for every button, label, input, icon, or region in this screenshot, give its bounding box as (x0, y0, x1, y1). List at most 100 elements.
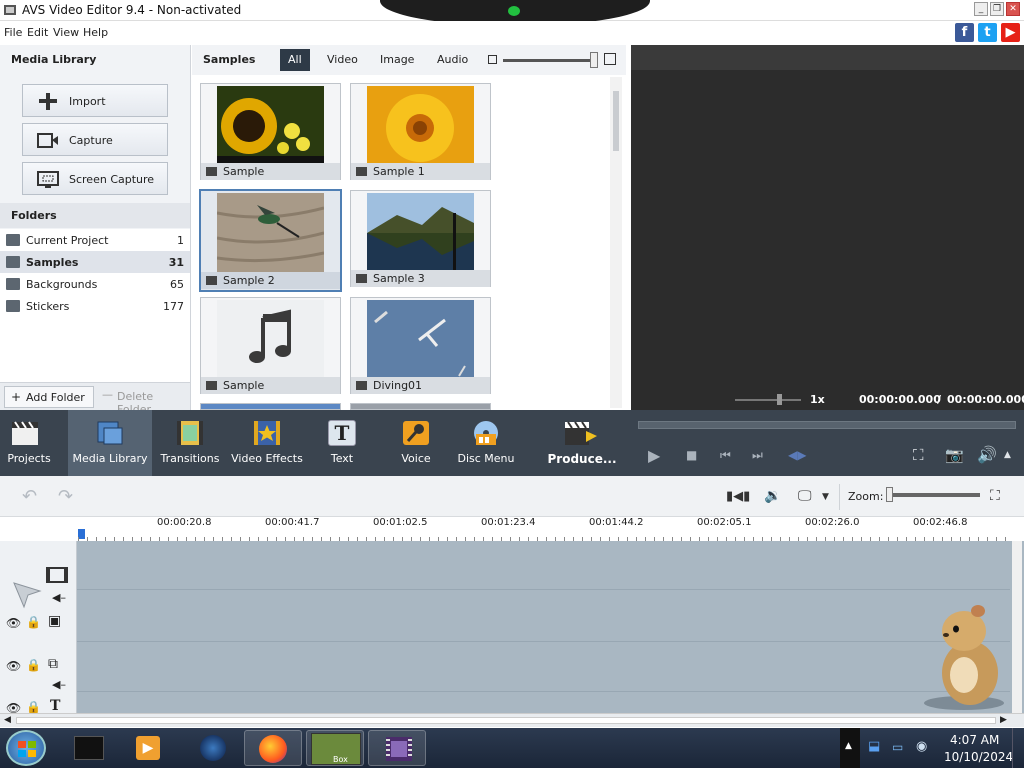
scrollbar-thumb[interactable] (16, 717, 996, 724)
lock-icon[interactable]: 🔒 (26, 700, 41, 714)
visibility-icon[interactable]: 👁 (6, 616, 21, 630)
folder-current-project[interactable]: Current Project 1 (0, 229, 190, 251)
import-button[interactable]: Import (22, 84, 168, 117)
produce-button[interactable]: Produce... (546, 410, 618, 476)
screen-capture-button[interactable]: Screen Capture (22, 162, 168, 195)
lock-icon[interactable]: 🔒 (26, 658, 41, 672)
track-divider (77, 589, 1010, 590)
visibility-icon[interactable]: 👁 (6, 659, 21, 673)
next-frame-icon[interactable]: ⏭ (752, 448, 763, 463)
mute-icon[interactable]: ◀– (52, 591, 66, 604)
grid-scrollbar[interactable] (610, 77, 622, 408)
youtube-icon[interactable]: ▶ (1001, 23, 1020, 42)
fit-timeline-icon[interactable]: ⛶ (990, 488, 1000, 504)
menu-help[interactable]: Help (83, 26, 108, 39)
volume-arrow-icon[interactable]: ▲ (1004, 450, 1011, 460)
taskbar-app-browser-globe[interactable] (184, 730, 242, 766)
effects-track-icon[interactable]: ▣ (48, 613, 61, 629)
tool-text[interactable]: T Text (318, 410, 366, 476)
tool-voice[interactable]: Voice (392, 410, 440, 476)
taskbar-app-firefox[interactable] (244, 730, 302, 766)
timeline-tracks[interactable] (0, 541, 1024, 713)
menu-file[interactable]: File (4, 26, 22, 39)
tab-video[interactable]: Video (319, 49, 366, 71)
grid-scrollbar-thumb[interactable] (613, 91, 619, 151)
redo-icon[interactable]: ↷ (58, 486, 73, 507)
playback-progress[interactable] (638, 421, 1016, 429)
volume-icon[interactable]: 🔊 (977, 445, 997, 464)
facebook-icon[interactable]: f (955, 23, 974, 42)
tool-media-library[interactable]: Media Library (68, 410, 152, 476)
media-item[interactable]: Diving01 (350, 297, 491, 394)
folder-stickers[interactable]: Stickers 177 (0, 295, 190, 317)
scroll-right-icon[interactable]: ▶ (1000, 715, 1007, 725)
restore-button[interactable]: ❐ (990, 2, 1004, 16)
capture-button[interactable]: Capture (22, 123, 168, 156)
thumb-size-slider[interactable] (503, 59, 595, 62)
speed-slider-handle[interactable] (777, 394, 782, 405)
taskbar-app-video-editor[interactable] (368, 730, 426, 766)
minimize-button[interactable]: _ (974, 2, 988, 16)
media-caption: Sample (201, 377, 340, 394)
play-icon[interactable]: ▶ (648, 446, 660, 465)
tool-disc-menu[interactable]: Disc Menu (456, 410, 516, 476)
tool-projects[interactable]: Projects (0, 410, 58, 476)
media-item-selected[interactable]: Sample 2 (199, 189, 342, 292)
media-item[interactable]: Sample (200, 83, 341, 180)
scroll-left-icon[interactable]: ◀ (4, 715, 11, 725)
close-button[interactable]: ✕ (1006, 2, 1020, 16)
taskbar-app-terminal[interactable] (60, 730, 118, 766)
start-button[interactable] (6, 730, 46, 766)
twitter-icon[interactable]: t (978, 23, 997, 42)
menu-edit[interactable]: Edit (27, 26, 48, 39)
lock-icon[interactable]: 🔒 (26, 615, 41, 629)
timeline-vertical-scrollbar[interactable] (1012, 541, 1022, 713)
image-icon (356, 167, 367, 176)
folder-samples[interactable]: Samples 31 (0, 251, 190, 273)
stop-icon[interactable]: ■ (686, 448, 697, 462)
folder-name: Samples (26, 256, 79, 269)
media-item[interactable]: Sample 1 (350, 83, 491, 180)
tool-transitions[interactable]: Transitions (158, 410, 222, 476)
tray-arrow-icon[interactable]: ▲ (845, 741, 852, 751)
zoom-slider[interactable] (886, 493, 980, 497)
small-thumb-icon[interactable] (488, 55, 497, 64)
media-caption: Sample 1 (351, 163, 490, 180)
fullscreen-icon[interactable]: ⛶ (913, 446, 924, 464)
menu-view[interactable]: View (53, 26, 79, 39)
network-icon[interactable]: ▭ (892, 740, 903, 754)
media-item-partial[interactable] (200, 403, 341, 410)
large-thumb-icon[interactable] (604, 53, 616, 65)
video-track-icon[interactable] (46, 567, 68, 583)
taskbar-app-media-player[interactable]: ▶ (120, 730, 178, 766)
tool-video-effects[interactable]: Video Effects (230, 410, 304, 476)
taskbar-app-box[interactable]: Box (306, 730, 364, 766)
tab-image[interactable]: Image (372, 49, 422, 71)
monitor-icon[interactable]: 🖵 (798, 488, 812, 504)
tab-audio[interactable]: Audio (429, 49, 476, 71)
tab-all[interactable]: All (280, 49, 310, 71)
zoom-slider-handle[interactable] (886, 487, 893, 502)
show-desktop-button[interactable] (1012, 728, 1024, 768)
tray-volume-icon[interactable]: ◉ (916, 739, 927, 754)
overlay-track-icon[interactable]: ⧉ (48, 656, 58, 672)
folder-backgrounds[interactable]: Backgrounds 65 (0, 273, 190, 295)
tray-app-icon[interactable]: ⬓ (868, 739, 880, 754)
delete-folder-button[interactable]: — Delete Folder (98, 386, 186, 416)
thumb-size-handle[interactable] (590, 52, 598, 68)
media-item[interactable]: Sample 3 (350, 190, 491, 287)
snapshot-icon[interactable]: 📷 (945, 446, 964, 464)
text-track-icon[interactable]: T (50, 698, 60, 714)
monitor-dropdown-icon[interactable]: ▼ (822, 492, 829, 502)
timeline-horizontal-scrollbar[interactable]: ◀ ▶ (0, 713, 1024, 727)
previous-frame-icon[interactable]: ⏮ (720, 448, 731, 463)
media-item[interactable]: Sample (200, 297, 341, 394)
audio-mixer-icon[interactable]: 🔉 (764, 488, 781, 504)
media-item-partial[interactable] (350, 403, 491, 410)
add-folder-button[interactable]: + Add Folder (4, 386, 94, 408)
mute-icon[interactable]: ◀– (52, 678, 66, 691)
go-to-end-icon[interactable]: ◀▶ (788, 448, 806, 462)
undo-icon[interactable]: ↶ (22, 486, 37, 507)
split-icon[interactable]: ▮◀▮ (726, 489, 750, 504)
speed-slider[interactable] (735, 399, 801, 401)
